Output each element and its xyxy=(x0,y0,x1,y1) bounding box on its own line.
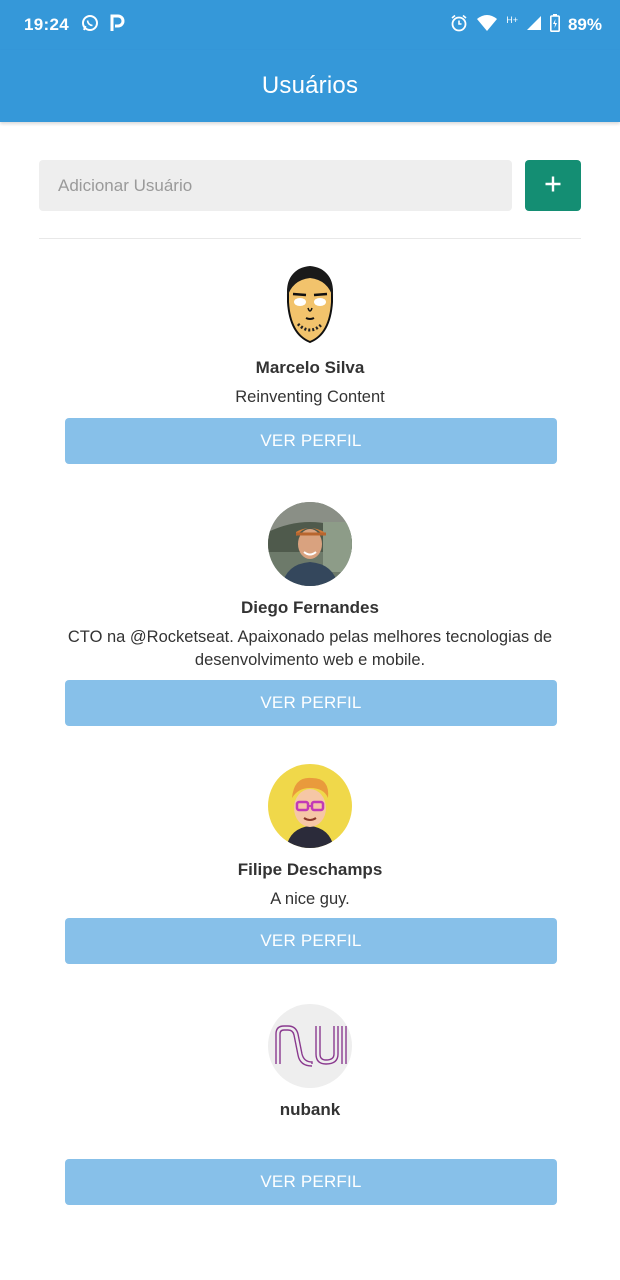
plus-icon xyxy=(544,175,562,196)
user-avatar xyxy=(268,1004,352,1088)
add-user-input[interactable] xyxy=(39,160,512,211)
app-bar: Usuários xyxy=(0,50,620,122)
status-bar: 19:24 H+ 89% xyxy=(0,0,620,50)
p-icon xyxy=(109,14,125,37)
user-name: Diego Fernandes xyxy=(241,598,379,617)
user-card: Marcelo Silva Reinventing Content xyxy=(0,262,620,409)
divider xyxy=(39,238,581,239)
view-profile-button[interactable]: VER PERFIL xyxy=(65,418,557,464)
add-user-form xyxy=(39,160,581,211)
user-card: Filipe Deschamps A nice guy. xyxy=(0,764,620,911)
user-card: Diego Fernandes CTO na @Rocketseat. Apai… xyxy=(0,502,620,672)
user-card: nubank xyxy=(0,1004,620,1120)
view-profile-button[interactable]: VER PERFIL xyxy=(65,680,557,726)
user-bio: CTO na @Rocketseat. Apaixonado pelas mel… xyxy=(67,628,553,669)
network-type-icon: H+ xyxy=(506,15,518,25)
user-bio: Reinventing Content xyxy=(235,388,385,406)
status-time: 19:24 xyxy=(24,15,69,34)
user-avatar xyxy=(268,502,352,586)
user-bio: A nice guy. xyxy=(270,890,350,908)
alarm-icon xyxy=(450,14,468,37)
battery-level: 89% xyxy=(567,15,602,34)
signal-icon xyxy=(526,15,542,36)
whatsapp-icon xyxy=(81,14,99,37)
user-name: nubank xyxy=(279,1100,341,1119)
user-name: Marcelo Silva xyxy=(255,358,365,377)
user-avatar xyxy=(268,764,352,848)
wifi-icon xyxy=(476,14,498,37)
battery-icon xyxy=(549,13,560,37)
user-avatar xyxy=(268,262,352,346)
view-profile-button[interactable]: VER PERFIL xyxy=(65,1159,557,1205)
add-user-button[interactable] xyxy=(525,160,581,211)
view-profile-button[interactable]: VER PERFIL xyxy=(65,918,557,964)
page-title: Usuários xyxy=(261,72,359,99)
user-name: Filipe Deschamps xyxy=(237,860,383,879)
